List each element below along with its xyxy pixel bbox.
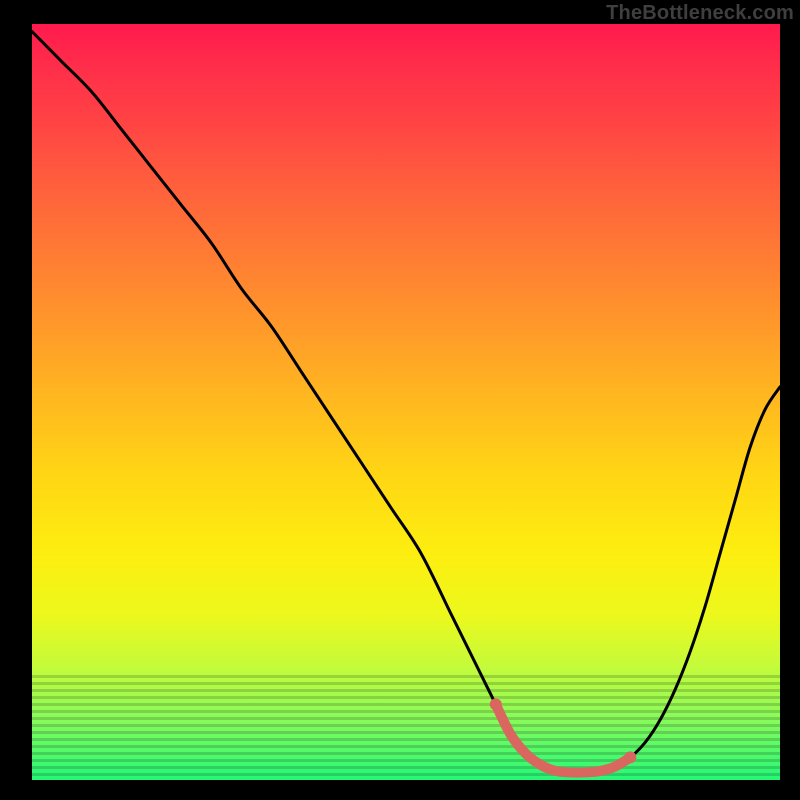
good-zone-stripes	[32, 674, 780, 780]
plot-area	[32, 24, 780, 780]
watermark-text: TheBottleneck.com	[606, 2, 794, 25]
chart-frame: TheBottleneck.com	[0, 0, 800, 800]
